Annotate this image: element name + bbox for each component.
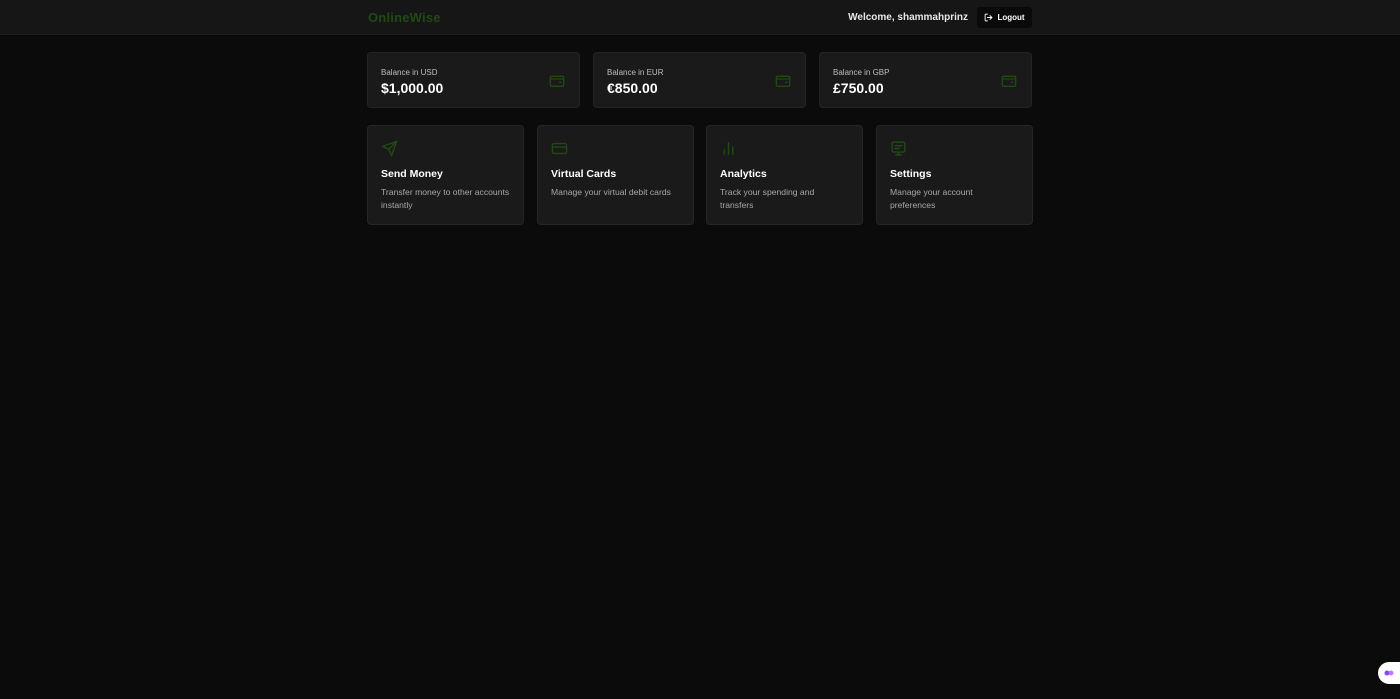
wallet-icon <box>775 75 791 87</box>
feature-card-settings[interactable]: Settings Manage your account preferences <box>876 125 1033 225</box>
balance-value: €850.00 <box>607 80 658 96</box>
feature-title: Analytics <box>720 168 767 180</box>
feature-card-analytics[interactable]: Analytics Track your spending and transf… <box>706 125 863 225</box>
balance-card-gbp: Balance in GBP £750.00 <box>819 52 1032 108</box>
feature-title: Settings <box>890 168 932 180</box>
feature-description: Manage your virtual debit cards <box>551 187 671 197</box>
wallet-icon <box>549 75 565 87</box>
top-navbar: OnlineWise Welcome, shammahprinz Logout <box>0 0 1400 35</box>
wallet-icon <box>1001 75 1017 87</box>
settings-icon <box>891 141 906 156</box>
feature-title: Virtual Cards <box>551 168 617 180</box>
logout-icon <box>985 13 993 22</box>
balance-label: Balance in USD <box>381 68 438 77</box>
feature-description: Track your spending and transfers <box>720 187 815 210</box>
feature-card-virtual-cards[interactable]: Virtual Cards Manage your virtual debit … <box>537 125 694 225</box>
feature-description: Manage your account preferences <box>890 187 973 210</box>
send-icon <box>381 140 398 157</box>
balance-label: Balance in EUR <box>607 68 664 77</box>
feature-card-send-money[interactable]: Send Money Transfer money to other accou… <box>367 125 524 225</box>
logout-button[interactable]: Logout <box>977 7 1032 28</box>
logout-label: Logout <box>997 13 1025 22</box>
balance-card-eur: Balance in EUR €850.00 <box>593 52 806 108</box>
balance-label: Balance in GBP <box>833 68 890 77</box>
credit-card-icon <box>551 142 568 155</box>
balance-value: $1,000.00 <box>381 80 444 96</box>
balance-value: £750.00 <box>833 80 884 96</box>
assistant-icon <box>1384 670 1394 676</box>
brand-logo[interactable]: OnlineWise <box>368 10 441 25</box>
assistant-widget-button[interactable] <box>1378 662 1400 684</box>
welcome-text: Welcome, shammahprinz <box>848 12 968 23</box>
feature-title: Send Money <box>381 168 443 180</box>
bar-chart-icon <box>723 142 734 155</box>
balance-card-usd: Balance in USD $1,000.00 <box>367 52 580 108</box>
feature-description: Transfer money to other accounts instant… <box>381 187 510 210</box>
